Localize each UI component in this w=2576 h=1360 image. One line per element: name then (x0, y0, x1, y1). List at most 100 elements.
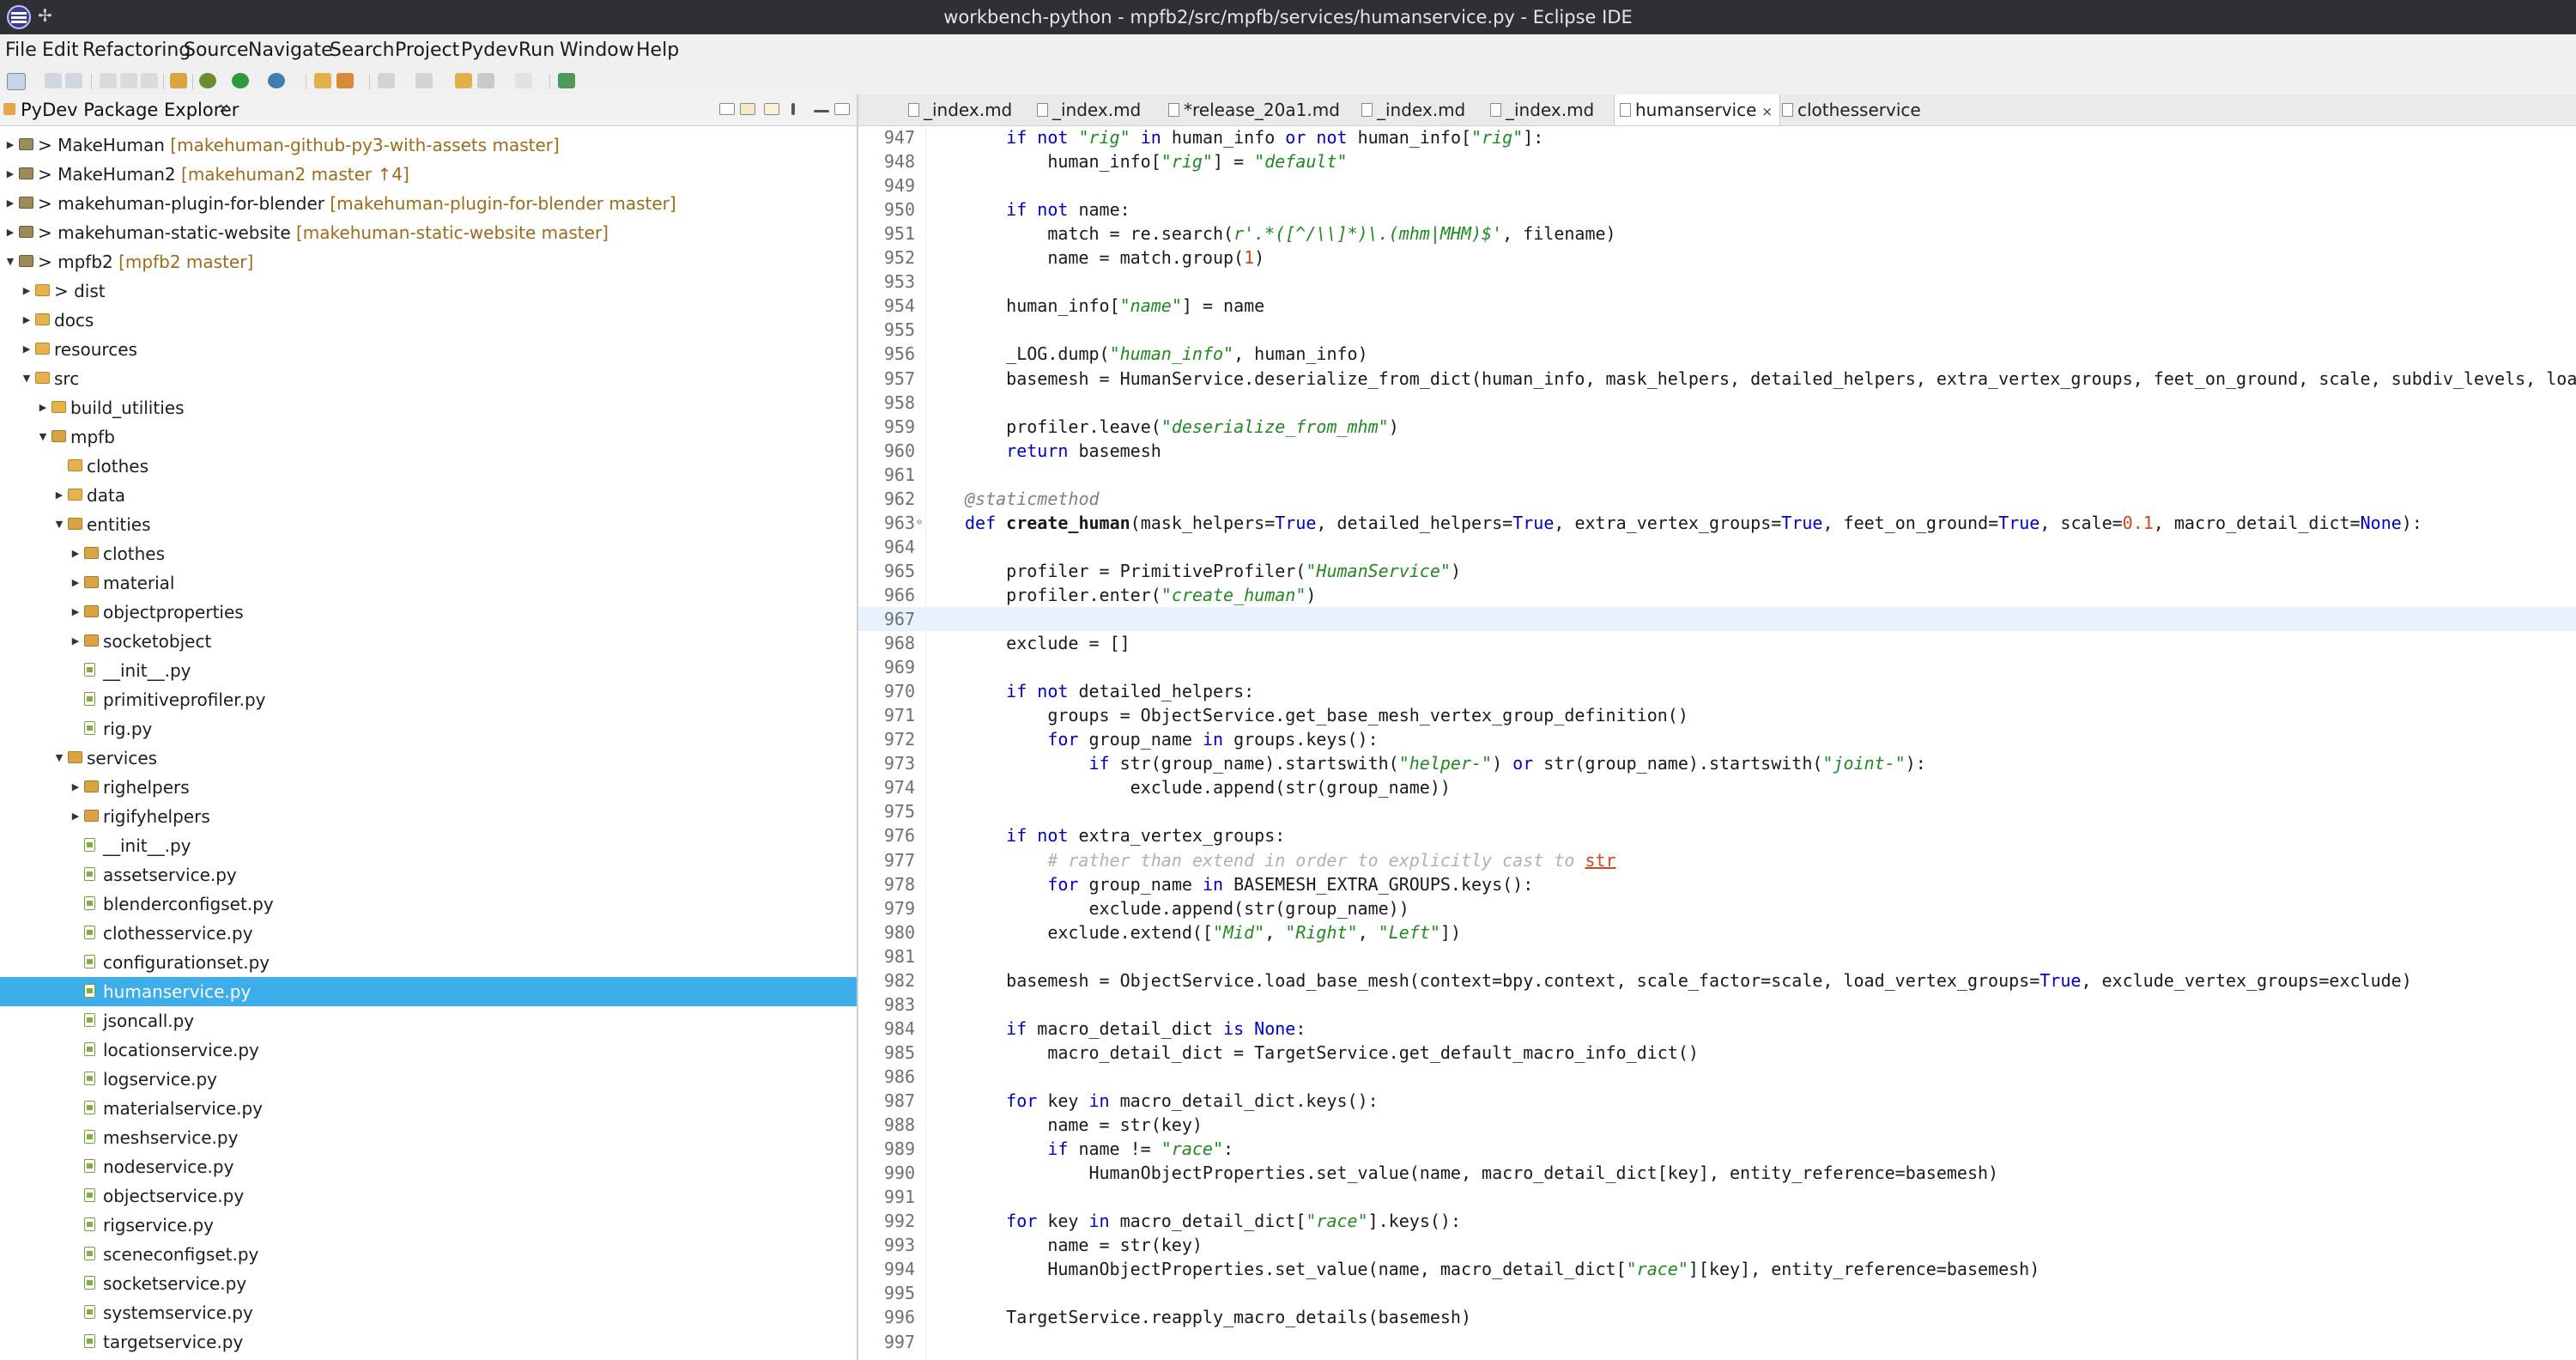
save-all-icon[interactable] (65, 73, 82, 88)
tree-item[interactable]: ▶ > MakeHuman [makehuman-github-py3-with-… (0, 131, 857, 160)
tree-item[interactable]: clothesservice.py (0, 919, 857, 948)
expanded-arrow-icon[interactable]: ▼ (38, 422, 48, 452)
menu-project[interactable]: Project (395, 39, 459, 61)
cut-icon[interactable] (100, 73, 117, 88)
tree-item[interactable]: assetservice.py (0, 860, 857, 889)
fold-icon[interactable]: ⊖ (917, 511, 925, 535)
tree-item[interactable]: ▶ docs (0, 306, 857, 335)
tree-item[interactable]: sceneconfigset.py (0, 1240, 857, 1269)
code-line[interactable]: 974 exclude.append(str(group_name)) (858, 775, 2576, 799)
code-line[interactable]: 972 for group_name in groups.keys(): (858, 727, 2576, 751)
tree-item[interactable]: blenderconfigset.py (0, 889, 857, 919)
collapsed-arrow-icon[interactable]: ▶ (54, 481, 64, 510)
code-line[interactable]: 987 for key in macro_detail_dict.keys(): (858, 1089, 2576, 1113)
tree-item[interactable]: nodeservice.py (0, 1152, 857, 1181)
search-icon[interactable] (336, 73, 354, 88)
tree-item[interactable]: ▼ services (0, 744, 857, 773)
code-line[interactable]: 980 exclude.extend(["Mid", "Right", "Left… (858, 920, 2576, 944)
code-line[interactable]: 962 @staticmethod (858, 487, 2576, 511)
collapsed-arrow-icon[interactable]: ▶ (21, 276, 32, 306)
tree-item[interactable]: clothes (0, 452, 857, 481)
code-line[interactable]: 990 HumanObjectProperties.set_value(name,… (858, 1161, 2576, 1185)
menu-edit[interactable]: Edit (42, 39, 79, 61)
tree-item[interactable]: logservice.py (0, 1065, 857, 1094)
editor-tab[interactable]: _index.md (1485, 94, 1601, 125)
new-icon[interactable] (7, 73, 26, 90)
link-with-editor-icon[interactable] (740, 103, 755, 115)
tree-item[interactable]: targetservice.py (0, 1327, 857, 1357)
code-line[interactable]: 959 profiler.leave("deserialize_from_mhm"… (858, 415, 2576, 439)
expanded-arrow-icon[interactable]: ▼ (54, 510, 64, 539)
tree-item[interactable]: ▼ entities (0, 510, 857, 539)
menu-navigate[interactable]: Navigate (248, 39, 333, 61)
expanded-arrow-icon[interactable]: ▼ (54, 744, 64, 773)
code-line[interactable]: 995 (858, 1281, 2576, 1305)
code-line[interactable]: 976 if not extra_vertex_groups: (858, 823, 2576, 847)
debug-icon[interactable] (199, 73, 216, 88)
collapsed-arrow-icon[interactable]: ▶ (21, 306, 32, 335)
tree-item[interactable]: ▶ material (0, 568, 857, 598)
code-line[interactable]: 963 ⊖ def create_human(mask_helpers=True, … (858, 511, 2576, 535)
tree-item[interactable]: meshservice.py (0, 1123, 857, 1152)
code-line[interactable]: 997 (858, 1330, 2576, 1354)
editor-tab[interactable]: *release_20a1.md (1163, 94, 1347, 125)
code-line[interactable]: 970 if not detailed_helpers: (858, 679, 2576, 703)
run-icon[interactable] (232, 73, 249, 88)
expanded-arrow-icon[interactable]: ▼ (5, 247, 15, 276)
collapsed-arrow-icon[interactable]: ▶ (5, 160, 15, 189)
code-line[interactable]: 993 name = str(key) (858, 1233, 2576, 1257)
code-line[interactable]: 983 (858, 993, 2576, 1017)
tree-item[interactable]: materialservice.py (0, 1094, 857, 1123)
tree-item[interactable]: ▶ > dist (0, 276, 857, 306)
code-line[interactable]: 964 (858, 535, 2576, 559)
code-line[interactable]: 965 profiler = PrimitiveProfiler("HumanSe… (858, 559, 2576, 583)
code-line[interactable]: 961 (858, 463, 2576, 487)
code-line[interactable]: 979 exclude.append(str(group_name)) (858, 896, 2576, 920)
code-line[interactable]: 994 HumanObjectProperties.set_value(name,… (858, 1257, 2576, 1281)
code-line[interactable]: 947 if not "rig" in human_info or not hum… (858, 125, 2576, 149)
menu-window[interactable]: Window (560, 39, 634, 61)
external-tools-icon[interactable] (268, 73, 285, 88)
code-line[interactable]: 957 basemesh = HumanService.deserialize_f… (858, 367, 2576, 391)
code-line[interactable]: 968 exclude = [] (858, 631, 2576, 655)
tree-item[interactable]: ▶ > makehuman-static-website [makehuman-s… (0, 218, 857, 247)
code-line[interactable]: 986 (858, 1065, 2576, 1089)
tree-item[interactable]: __init__.py (0, 831, 857, 860)
explorer-tab[interactable]: PyDev Package Explorer × (0, 94, 857, 126)
expanded-arrow-icon[interactable]: ▼ (21, 364, 32, 393)
collapsed-arrow-icon[interactable]: ▶ (70, 802, 81, 831)
code-line[interactable]: 982 basemesh = ObjectService.load_base_me… (858, 968, 2576, 993)
code-line[interactable]: 967 (858, 607, 2576, 631)
code-line[interactable]: 996 TargetService.reapply_macro_details(b… (858, 1305, 2576, 1329)
code-line[interactable]: 981 (858, 944, 2576, 968)
collapsed-arrow-icon[interactable]: ▶ (5, 131, 15, 160)
tree-item[interactable]: rig.py (0, 714, 857, 744)
code-area[interactable]: 947 if not "rig" in human_info or not hum… (858, 125, 2576, 1360)
tree-item[interactable]: ▶ data (0, 481, 857, 510)
menu-source[interactable]: Source (184, 39, 249, 61)
open-perspective-icon[interactable] (558, 73, 575, 88)
tree-item[interactable]: configurationset.py (0, 948, 857, 977)
editor-tab[interactable]: _index.md (1356, 94, 1472, 125)
collapsed-arrow-icon[interactable]: ▶ (70, 568, 81, 598)
collapsed-arrow-icon[interactable]: ▶ (70, 773, 81, 802)
collapsed-arrow-icon[interactable]: ▶ (5, 218, 15, 247)
tree-item[interactable]: ▼ src (0, 364, 857, 393)
menu-file[interactable]: File (5, 39, 37, 61)
copy-icon[interactable] (120, 73, 137, 88)
code-line[interactable]: 984 if macro_detail_dict is None: (858, 1017, 2576, 1041)
close-tab-icon[interactable]: × (1761, 104, 1773, 119)
tree-item[interactable]: ▶ socketobject (0, 627, 857, 656)
open-type-icon[interactable] (170, 73, 187, 88)
code-line[interactable]: 953 (858, 270, 2576, 294)
menu-refactoring[interactable]: Refactoring (82, 39, 191, 61)
collapsed-arrow-icon[interactable]: ▶ (70, 539, 81, 568)
tree-item[interactable]: __init__.py (0, 656, 857, 685)
code-line[interactable]: 951 match = re.search(r'.*([^/\\]*)\.(mhm… (858, 222, 2576, 246)
editor-tab[interactable]: _index.md (903, 94, 1019, 125)
menu-run[interactable]: Run (518, 39, 555, 61)
menu-pydev[interactable]: Pydev (461, 39, 518, 61)
tree-item[interactable]: humanservice.py (0, 977, 857, 1006)
tree-item[interactable]: objectservice.py (0, 1181, 857, 1211)
code-line[interactable]: 955 (858, 318, 2576, 342)
